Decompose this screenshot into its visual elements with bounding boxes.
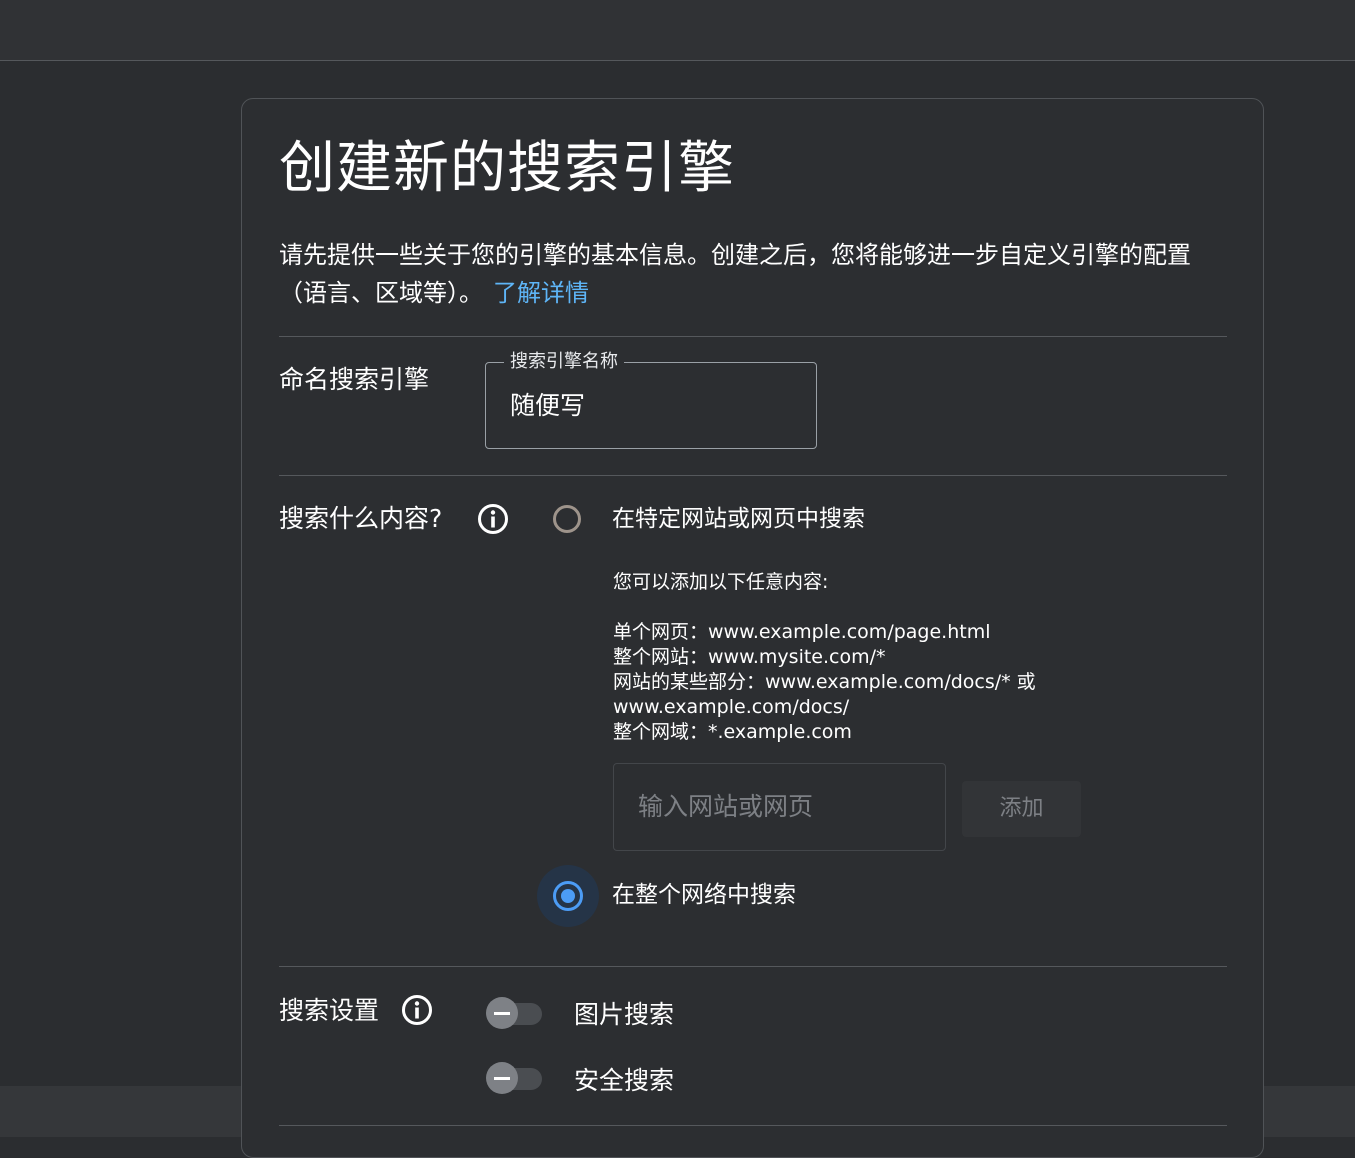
divider — [279, 966, 1227, 967]
info-icon[interactable] — [477, 503, 509, 535]
image-search-toggle[interactable] — [486, 997, 544, 1031]
engine-name-value[interactable]: 随便写 — [510, 389, 585, 423]
help-title: 您可以添加以下任意内容: — [613, 571, 829, 593]
add-button[interactable]: 添加 — [962, 781, 1081, 837]
safe-search-toggle[interactable] — [486, 1062, 544, 1096]
site-input[interactable]: 输入网站或网页 — [613, 763, 946, 851]
engine-name-field-label: 搜索引擎名称 — [504, 349, 624, 375]
site-input-placeholder: 输入网站或网页 — [638, 792, 814, 821]
help-line: 单个网页：www.example.com/page.html — [613, 621, 991, 643]
help-line: 整个网站：www.mysite.com/* — [613, 646, 886, 668]
help-line: www.example.com/docs/ — [613, 696, 850, 718]
help-line: 网站的某些部分：www.example.com/docs/* 或 — [613, 671, 1036, 693]
intro-text: 请先提供一些关于您的引擎的基本信息。创建之后，您将能够进一步自定义引擎的配置（语… — [279, 236, 1224, 312]
content-section-label: 搜索什么内容? — [279, 504, 443, 533]
name-section-label: 命名搜索引擎 — [279, 365, 430, 394]
intro-description: 请先提供一些关于您的引擎的基本信息。创建之后，您将能够进一步自定义引擎的配置（语… — [279, 241, 1191, 307]
divider — [279, 1125, 1227, 1126]
settings-section-label: 搜索设置 — [279, 996, 380, 1025]
page-title: 创建新的搜索引擎 — [279, 136, 735, 201]
radio-selected-icon[interactable] — [553, 881, 583, 911]
radio-unselected-icon[interactable] — [553, 505, 581, 533]
toggle-knob — [486, 1062, 518, 1094]
image-search-label: 图片搜索 — [574, 1000, 675, 1029]
option-entire-web[interactable]: 在整个网络中搜索 — [612, 879, 796, 911]
toggle-knob — [486, 997, 518, 1029]
divider — [279, 475, 1227, 476]
site-help-text: 您可以添加以下任意内容: 单个网页：www.example.com/page.h… — [613, 570, 1053, 745]
top-bar — [0, 0, 1355, 61]
learn-more-link[interactable]: 了解详情 — [493, 279, 589, 307]
help-line: 整个网域：*.example.com — [613, 721, 852, 743]
engine-name-field[interactable]: 搜索引擎名称 随便写 — [485, 349, 817, 449]
info-icon[interactable] — [401, 994, 433, 1026]
divider — [279, 336, 1227, 337]
option-specific-sites[interactable]: 在特定网站或网页中搜索 — [612, 503, 865, 535]
safe-search-label: 安全搜索 — [574, 1066, 675, 1095]
help-spacer — [613, 595, 1053, 620]
